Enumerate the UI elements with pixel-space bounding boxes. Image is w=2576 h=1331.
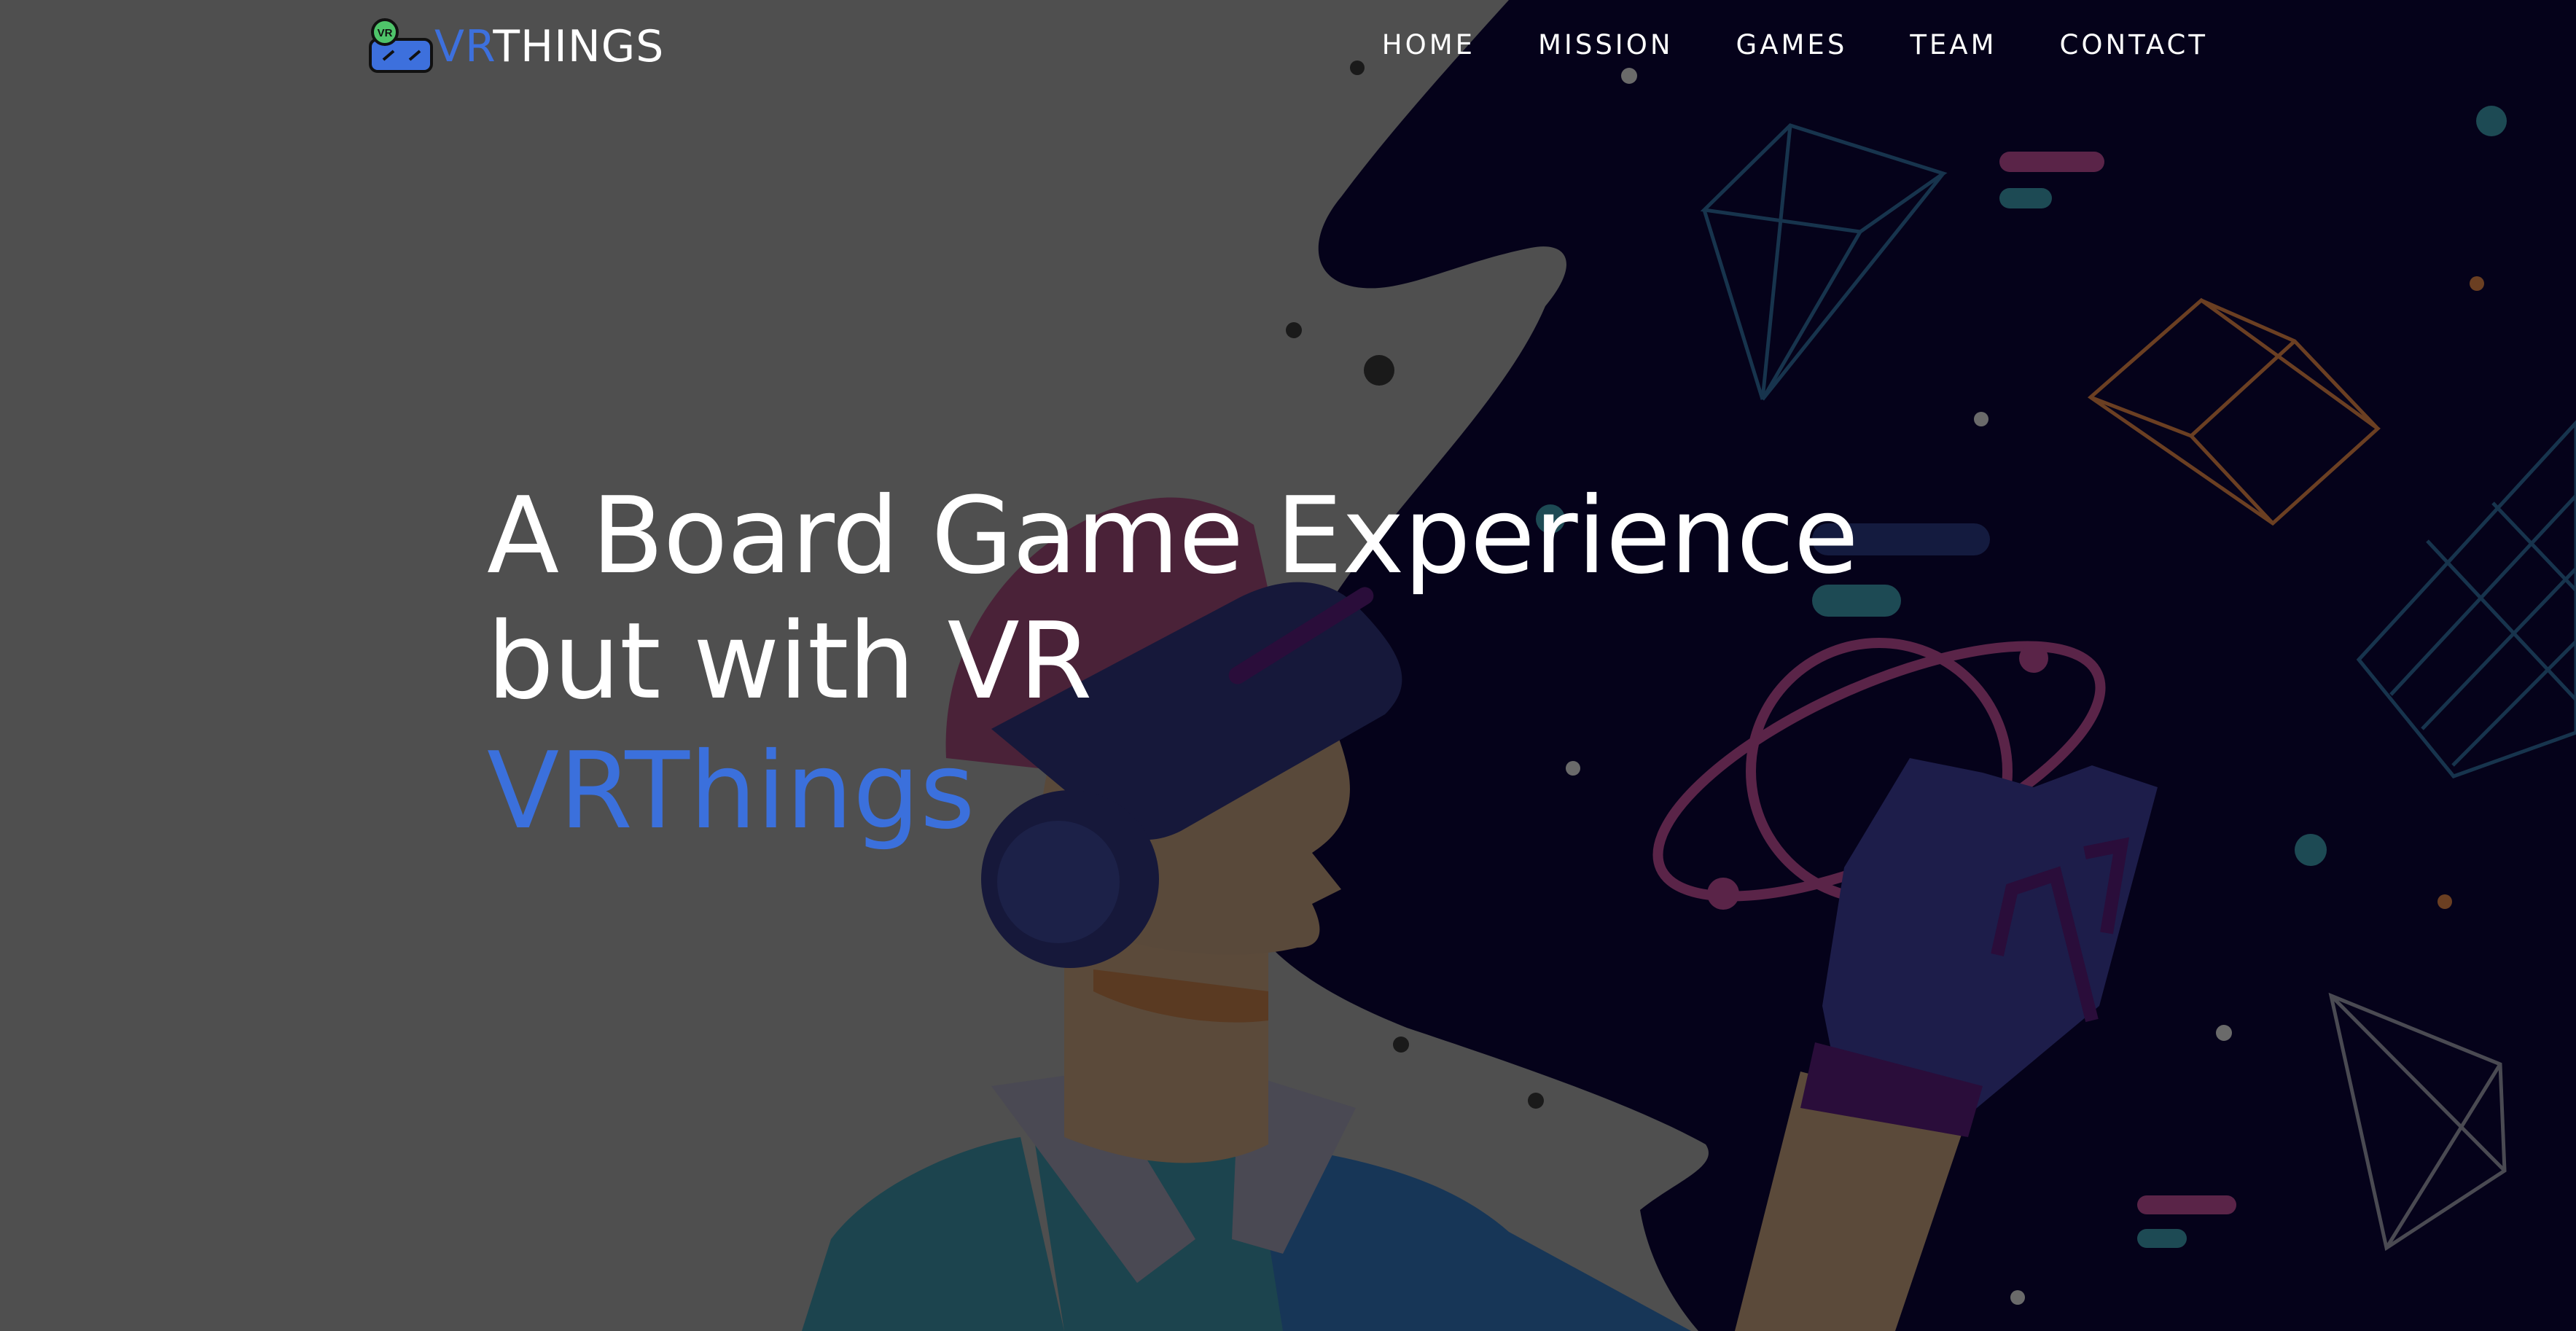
- nav-item-games: GAMES: [1736, 25, 1848, 66]
- particle: [1393, 1037, 1409, 1053]
- particle: [2476, 106, 2507, 136]
- brand-name-rest: THINGS: [493, 21, 665, 72]
- brand-logo-link[interactable]: VR VRTHINGS: [369, 17, 664, 76]
- hero-headline: A Board Game Experience but with VR: [487, 474, 1859, 725]
- particle: [1566, 761, 1580, 776]
- particle: [1364, 355, 1394, 386]
- nav-item-contact: CONTACT: [2060, 25, 2208, 66]
- particle: [2216, 1025, 2232, 1041]
- nav-link-games[interactable]: GAMES: [1736, 29, 1848, 60]
- hero-headline-line2: but with VR: [487, 600, 1093, 723]
- hero-section: VR VRTHINGS HOME MISSION GAMES TEAM CONT…: [0, 0, 2576, 1331]
- neck: [1064, 933, 1268, 1163]
- vr-headset-logo-icon: VR: [369, 18, 433, 73]
- nav-item-home: HOME: [1382, 25, 1475, 66]
- hero-subtitle: VRThings: [487, 730, 975, 853]
- brand-name: VRTHINGS: [434, 17, 664, 76]
- particle: [1974, 412, 1988, 426]
- navbar: VR VRTHINGS HOME MISSION GAMES TEAM CONT…: [0, 0, 2576, 95]
- hero-headline-line1: A Board Game Experience: [487, 475, 1859, 598]
- particle: [1528, 1093, 1544, 1109]
- particle: [1286, 322, 1302, 338]
- particle: [2295, 834, 2327, 866]
- nav-link-mission[interactable]: MISSION: [1538, 29, 1674, 60]
- brand-name-accent: VR: [434, 21, 493, 72]
- main-navigation: HOME MISSION GAMES TEAM CONTACT: [1382, 25, 2208, 66]
- particle: [2438, 894, 2452, 909]
- nav-item-team: TEAM: [1910, 25, 1997, 66]
- nav-link-contact[interactable]: CONTACT: [2060, 29, 2208, 60]
- particle: [2470, 276, 2484, 291]
- headphone-inner: [997, 821, 1120, 943]
- nav-link-team[interactable]: TEAM: [1910, 29, 1997, 60]
- nav-item-mission: MISSION: [1538, 25, 1674, 66]
- nav-link-home[interactable]: HOME: [1382, 29, 1475, 60]
- particle: [2010, 1290, 2025, 1305]
- svg-text:VR: VR: [378, 27, 393, 39]
